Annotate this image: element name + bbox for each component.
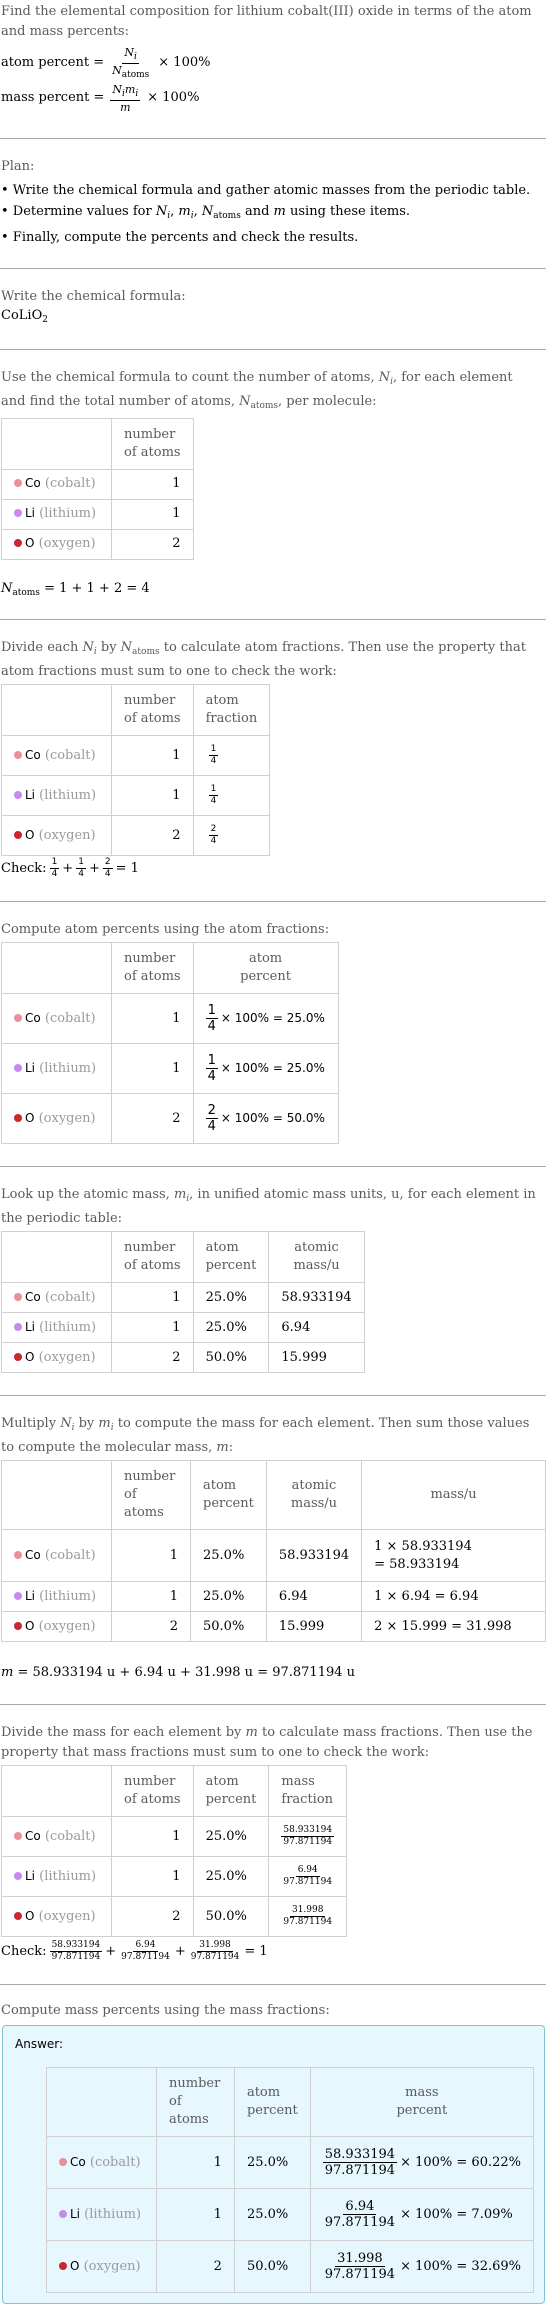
mass-fraction: 6.94 97.871194 (283, 1865, 333, 1888)
atom-percent-label: atom percent = (1, 54, 105, 70)
table-row: Co (cobalt) 1 1 4 × 100% = 25.0% (1, 993, 339, 1045)
atom-fraction-table: number of atoms atom fraction Co (cobalt) … (1, 684, 271, 857)
mass-percent-fraction: 31.998 97.871194 (324, 2251, 396, 2283)
molecular-mass-table: number of atoms atom percent atomic mass/u … (1, 1460, 546, 1643)
table-row: Li (lithium) 1 25.0% 6.94 97.871194 × 100%… (46, 2188, 535, 2242)
table-row: O (oxygen) 2 50.0% 15.999 2 × 15.999 = 3… (1, 1611, 546, 1643)
element-color-dot (59, 2261, 67, 2270)
mass-percent-fraction: Nimi m (110, 82, 141, 114)
table-row: O (oxygen) 2 50.0% 15.999 (1, 1342, 365, 1374)
mass-fraction-table: number of atoms atom percent mass fraction … (1, 1765, 348, 1938)
table-row: Co (cobalt) 1 (1, 468, 194, 500)
element-color-dot (14, 479, 22, 487)
atom-fraction-intro: Divide each Ni by Natoms to calculate at… (1, 640, 526, 680)
mass-fraction: 58.933194 97.871194 (281, 1825, 335, 1848)
element-color-dot (14, 1621, 22, 1630)
chemical-formula: CoLiO2 (1, 308, 48, 325)
table-row: Li (lithium) 1 (1, 498, 194, 530)
formula-intro: Write the chemical formula: (1, 289, 186, 304)
table-row: Co (cobalt) 1 14 (1, 735, 271, 777)
problem-intro: Find the elemental composition for lithi… (1, 4, 532, 39)
count-atoms-section: Use the chemical formula to count the nu… (0, 350, 546, 620)
mass-percent-table: number of atoms atom percent mass percent C… (46, 2067, 535, 2294)
atom-fraction: 14 (208, 784, 219, 807)
atom-percent-table: number of atoms atom percent Co (cobalt) 1… (1, 942, 339, 1145)
times-100: × 100% (158, 54, 211, 70)
mass-percent-fraction: 6.94 97.871194 (324, 2199, 396, 2231)
atom-fraction: 14 (208, 744, 219, 767)
table-row: O (oxygen) 2 24 (1, 815, 271, 857)
element-color-dot (14, 1292, 22, 1301)
table-row: O (oxygen) 2 2 4 × 100% = 50.0% (1, 1093, 339, 1145)
mass-percent-fraction: 58.933194 97.871194 (322, 2147, 398, 2179)
table-row: Co (cobalt) 1 25.0% 58.933194 (1, 1282, 365, 1314)
element-color-dot (14, 1911, 22, 1920)
element-color-dot (14, 509, 22, 517)
element-color-dot (14, 1063, 22, 1072)
atom-percent-intro: Compute atom percents using the atom fra… (1, 922, 330, 938)
mass-percent-value: 60.22% (471, 2155, 521, 2171)
element-color-dot (14, 1550, 22, 1559)
header-number-of-atoms: number of atoms (111, 417, 194, 470)
plan-item: • Write the chemical formula and gather … (1, 183, 531, 198)
mass-percent-value: 7.09% (471, 2207, 513, 2223)
atomic-mass-table: number of atoms atom percent atomic mass/u … (1, 1231, 365, 1374)
element-color-dot (14, 1871, 22, 1880)
molecular-mass-intro: Multiply Ni by mi to compute the mass fo… (1, 1416, 530, 1456)
mass-fraction-intro: Divide the mass for each element by m to… (1, 1725, 533, 1761)
element-color-dot (14, 1013, 22, 1022)
element-color-dot (14, 1831, 22, 1840)
plan-item: • Finally, compute the percents and chec… (1, 230, 359, 245)
table-row: Co (cobalt) 1 25.0% 58.933194 97.871194 (1, 1816, 348, 1858)
element-color-dot (14, 790, 22, 799)
element-color-dot (14, 539, 22, 547)
plan-title: Plan: (1, 159, 35, 174)
atom-percent-formula: atom percent = Ni Natoms × 100% (1, 46, 546, 80)
atom-percent-section: Compute atom percents using the atom fra… (0, 902, 546, 1166)
table-row: Li (lithium) 1 1 4 × 100% = 25.0% (1, 1043, 339, 1095)
element-color-dot (59, 2209, 67, 2218)
atom-percent-fraction: Ni Natoms (112, 45, 150, 80)
atom-fraction: 24 (208, 824, 219, 847)
molecular-mass-section: Multiply Ni by mi to compute the mass fo… (0, 1396, 546, 1704)
atom-fraction-section: Divide each Ni by Natoms to calculate at… (0, 620, 546, 901)
table-row: O (oxygen) 2 50.0% 31.998 97.871194 × 100%… (46, 2240, 535, 2294)
element-color-dot (14, 1591, 22, 1600)
n-atoms-result: Natoms = 1 + 1 + 2 = 4 (1, 580, 150, 598)
mass-percent-section: Compute mass percents using the mass fra… (0, 1985, 546, 2308)
table-row: Li (lithium) 1 14 (1, 775, 271, 817)
atom-fraction-check: Check: 14 + 14 + 24 = 1 (1, 857, 139, 880)
formula-section: Write the chemical formula: CoLiO2 (0, 269, 546, 349)
count-atoms-intro: Use the chemical formula to count the nu… (1, 369, 513, 411)
molecular-mass-result: m = 58.933194 u + 6.94 u + 31.998 u = 97… (1, 1665, 356, 1681)
mass-fraction: 31.998 97.871194 (283, 1905, 333, 1928)
atom-count-table: number of atoms Co (cobalt) 1 Li (lithium… (1, 417, 194, 560)
mass-fraction-section: Divide the mass for each element by m to… (0, 1705, 546, 1984)
plan-item: • Determine values for Ni, mi, Natoms an… (1, 204, 411, 221)
mass-percent-value: 32.69% (471, 2259, 521, 2275)
table-row: Li (lithium) 1 25.0% 6.94 1 × 6.94 = 6.9… (1, 1581, 546, 1613)
problem-section: Find the elemental composition for lithi… (0, 0, 546, 138)
mass-fraction-check: Check: 58.933194 97.871194 + 6.94 97.87119… (1, 1940, 268, 1963)
element-color-dot (59, 2157, 67, 2166)
table-row: Co (cobalt) 1 25.0% 58.933194 97.871194 × … (46, 2136, 535, 2190)
atomic-mass-section: Look up the atomic mass, mi, in unified … (0, 1167, 546, 1395)
answer-box: Answer: number of atoms atom percent mass p… (2, 2025, 545, 2305)
element-color-dot (14, 1113, 22, 1122)
mass-percent-formula: mass percent = Nimi m × 100% (1, 82, 200, 114)
element-color-dot (14, 1322, 22, 1331)
answer-label: Answer: (15, 2037, 64, 2052)
mass-percent-label: mass percent = (1, 89, 105, 105)
element-color-dot (14, 830, 22, 839)
table-row: Co (cobalt) 1 25.0% 58.933194 1 × 58.933… (1, 1529, 546, 1583)
mass-percent-intro: Compute mass percents using the mass fra… (1, 2003, 330, 2019)
element-color-dot (14, 750, 22, 759)
plan-section: Plan: • Write the chemical formula and g… (0, 139, 546, 268)
element-color-dot (14, 1352, 22, 1361)
table-row: Li (lithium) 1 25.0% 6.94 97.871194 (1, 1856, 348, 1898)
table-row: Li (lithium) 1 25.0% 6.94 (1, 1312, 365, 1344)
table-row: O (oxygen) 2 50.0% 31.998 97.871194 (1, 1896, 348, 1938)
table-row: O (oxygen) 2 (1, 528, 194, 560)
atomic-mass-intro: Look up the atomic mass, mi, in unified … (1, 1187, 536, 1227)
